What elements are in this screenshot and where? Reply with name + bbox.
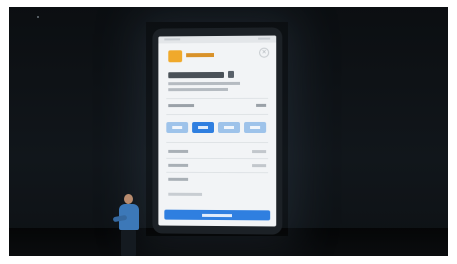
keynote-stage-photo: × <box>0 0 457 264</box>
row-value-blur <box>252 164 267 168</box>
tab-4[interactable] <box>244 121 267 134</box>
background-light-speck <box>37 16 39 18</box>
image-border-bottom <box>0 256 457 264</box>
projected-phone: × <box>152 27 283 235</box>
primary-action-button[interactable] <box>164 209 271 221</box>
tab-label-blur <box>172 126 183 130</box>
tab-label-blur <box>198 126 209 130</box>
description-line-blur <box>168 81 241 86</box>
divider <box>166 97 269 100</box>
presenter-figure <box>112 190 146 256</box>
divider <box>166 157 269 160</box>
row-label-blur <box>168 177 189 181</box>
divider <box>166 113 269 116</box>
presenter-legs <box>121 230 136 256</box>
description-line-blur <box>168 87 228 92</box>
phone-screen: × <box>158 35 277 227</box>
image-border-left <box>0 0 9 264</box>
info-link-blur[interactable] <box>256 103 267 107</box>
tab-3[interactable] <box>217 121 241 134</box>
tab-label-blur <box>250 125 261 129</box>
status-bar-right <box>258 37 271 40</box>
status-bar <box>158 35 277 44</box>
button-label-blur <box>202 213 232 218</box>
image-border-top <box>0 0 457 7</box>
status-bar-left <box>164 38 181 41</box>
image-border-right <box>448 0 457 264</box>
app-logo-icon <box>168 50 183 63</box>
divider <box>166 171 269 174</box>
brand-name-blur <box>186 53 215 58</box>
tab-label-blur <box>223 125 235 129</box>
note-text-blur <box>168 192 203 196</box>
info-label-blur <box>168 104 195 108</box>
divider <box>166 141 269 144</box>
presenter-head <box>124 194 133 204</box>
tab-1[interactable] <box>166 122 189 133</box>
row-value-blur <box>252 150 267 154</box>
close-icon[interactable]: × <box>259 47 270 58</box>
tab-2-active[interactable] <box>192 122 215 133</box>
row-label-blur <box>168 163 189 167</box>
title-badge-icon <box>227 70 235 78</box>
page-title-blur <box>168 71 224 79</box>
row-label-blur <box>168 149 189 153</box>
